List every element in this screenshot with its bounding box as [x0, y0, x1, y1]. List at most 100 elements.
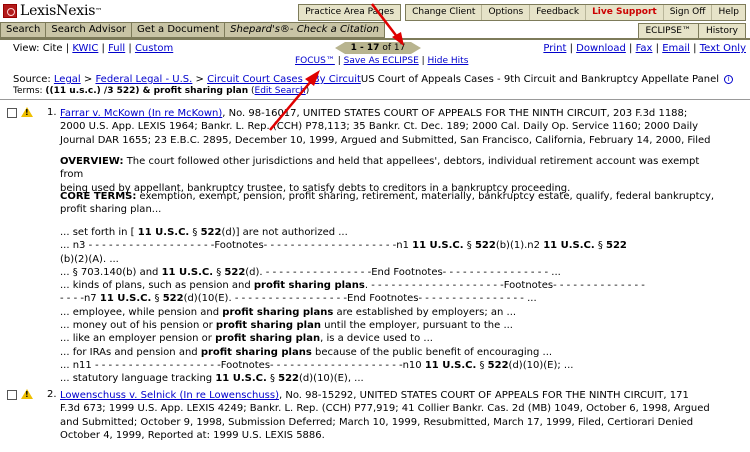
- result-number: 2.: [47, 389, 57, 400]
- search-terms: Terms: ((11 u.s.c.) /3 522) & profit sha…: [13, 86, 310, 96]
- top-banner: LexisNexis ™ Practice Area Pages Change C…: [0, 0, 750, 40]
- terms-query: ((11 u.s.c.) /3 522) & profit sharing pl…: [45, 86, 249, 96]
- citation-line: 2000 U.S. App. LEXIS 1964; Bankr. L. Rep…: [60, 121, 699, 133]
- text-only-link[interactable]: Text Only: [700, 43, 746, 54]
- kwic-line: ... n11 - - - - - - - - - - - - - - - - …: [60, 359, 574, 371]
- view-full-link[interactable]: Full: [108, 43, 125, 54]
- source-circuit-link[interactable]: Circuit Court Cases - By Circuit: [207, 74, 361, 85]
- hit-term: 522: [224, 266, 246, 278]
- citation-line: and Submitted; October 9, 1998, Submissi…: [60, 416, 694, 428]
- account-group: Change Client Options Feedback Live Supp…: [405, 4, 746, 21]
- tab-history[interactable]: History: [698, 23, 746, 39]
- kwic-line: ... statutory language tracking 11 U.S.C…: [60, 373, 364, 385]
- hit-term: profit sharing plan: [215, 333, 321, 345]
- kwic-line: ... kinds of plans, such as pension and …: [60, 280, 645, 292]
- result-title-link[interactable]: Farrar v. McKown (In re McKown): [60, 108, 222, 119]
- hit-term: 522: [606, 240, 627, 252]
- edit-search-link[interactable]: Edit Search: [255, 86, 306, 96]
- kwic-line: ... employee, while pension and profit s…: [60, 306, 517, 318]
- view-toolbar: View: Cite | KWIC | Full | Custom 1 - 17…: [0, 41, 750, 69]
- pager-of: of: [382, 43, 392, 53]
- source-tail: US Court of Appeals Cases - 9th Circuit …: [360, 74, 720, 85]
- hit-term: 522: [474, 240, 496, 252]
- tab-search-advisor[interactable]: Search Advisor: [46, 22, 133, 38]
- change-client-button[interactable]: Change Client: [406, 5, 483, 20]
- email-link[interactable]: Email: [662, 43, 690, 54]
- view-kwic-link[interactable]: KWIC: [72, 43, 98, 54]
- hit-term: 522: [162, 293, 184, 305]
- logo-text: LexisNexis: [20, 2, 96, 19]
- save-as-eclipse-link[interactable]: Save As ECLIPSE: [344, 56, 419, 66]
- overview-text: The court followed other jurisdictions a…: [60, 156, 700, 181]
- practice-area-pages-button[interactable]: Practice Area Pages: [299, 5, 400, 20]
- select-checkbox[interactable]: [7, 108, 17, 118]
- practice-area-group: Practice Area Pages: [298, 4, 402, 21]
- divider: [0, 38, 750, 40]
- kwic-line: ... money out of his pension or profit s…: [60, 320, 513, 332]
- live-support-button[interactable]: Live Support: [586, 5, 664, 20]
- kwic-line: (b)(2)(A). ...: [60, 253, 119, 265]
- tab-search[interactable]: Search: [0, 22, 47, 38]
- kwic-line: ... § 703.140(b) and 11 U.S.C. § 522(d).…: [60, 266, 561, 278]
- source-breadcrumb: Source: Legal > Federal Legal - U.S. > C…: [13, 74, 734, 85]
- divider: [0, 99, 750, 100]
- core-terms-text: exemption, exempt, pension, profit shari…: [136, 191, 715, 202]
- tab-eclipse[interactable]: ECLIPSE™: [637, 23, 699, 39]
- result-number: 1.: [47, 107, 57, 118]
- terms-label: Terms:: [13, 86, 43, 96]
- logo-mark-icon: [3, 3, 17, 18]
- view-custom-link[interactable]: Custom: [135, 43, 173, 54]
- logo-trademark: ™: [95, 6, 103, 15]
- main-tabs: Search Search Advisor Get a Document She…: [0, 22, 385, 38]
- tab-shepards[interactable]: Shepard's®- Check a Citation: [225, 22, 385, 38]
- source-federal-link[interactable]: Federal Legal - U.S.: [95, 74, 192, 85]
- hide-hits-link[interactable]: Hide Hits: [428, 56, 469, 66]
- help-button[interactable]: Help: [712, 5, 745, 20]
- hit-term: 11 U.S.C.: [424, 359, 477, 371]
- top-utility-nav: Practice Area Pages Change Client Option…: [294, 4, 746, 21]
- warning-signal-icon[interactable]: [21, 107, 33, 117]
- core-terms-text: profit sharing plan...: [60, 204, 162, 216]
- source-legal-link[interactable]: Legal: [54, 74, 81, 85]
- hit-term: profit sharing plan: [215, 320, 321, 332]
- hit-term: profit sharing plans: [222, 306, 334, 318]
- tab-get-a-document[interactable]: Get a Document: [132, 22, 226, 38]
- result-pager: 1 - 17 of 17: [318, 42, 438, 54]
- info-icon[interactable]: i: [724, 74, 734, 84]
- previous-arrow-icon[interactable]: [334, 42, 345, 54]
- kwic-line: ... n3 - - - - - - - - - - - - - - - - -…: [60, 240, 627, 252]
- citation-line: , No. 98-15292, UNITED STATES COURT OF A…: [279, 390, 689, 401]
- lexisnexis-logo[interactable]: LexisNexis ™: [3, 1, 102, 20]
- warning-signal-icon[interactable]: [21, 389, 33, 399]
- options-button[interactable]: Options: [482, 5, 531, 20]
- focus-links: FOCUS™ | Save As ECLIPSE | Hide Hits: [295, 56, 469, 66]
- next-arrow-icon[interactable]: [411, 42, 422, 54]
- hit-term: 11 U.S.C.: [412, 240, 464, 252]
- hit-term: 11 U.S.C.: [215, 373, 267, 385]
- hit-term: 522: [200, 227, 222, 238]
- kwic-snippets: ... set forth in [ 11 U.S.C. § 522(d)] a…: [60, 226, 730, 386]
- hit-term: 522: [487, 359, 509, 371]
- print-link[interactable]: Print: [543, 43, 566, 54]
- hit-term: 11 U.S.C.: [543, 240, 595, 252]
- feedback-button[interactable]: Feedback: [530, 5, 587, 20]
- hit-term: 11 U.S.C.: [99, 293, 152, 305]
- pager-total: 17: [393, 43, 406, 53]
- citation-line: , No. 98-16017, UNITED STATES COURT OF A…: [222, 108, 688, 119]
- core-terms-label: CORE TERMS:: [60, 191, 137, 202]
- result-title-link[interactable]: Lowenschuss v. Selnick (In re Lowenschus…: [60, 390, 279, 401]
- kwic-line: ... set forth in [ 11 U.S.C. § 522(d)] a…: [60, 227, 348, 238]
- citation-line: F.3d 673; 1999 U.S. App. LEXIS 4249; Ban…: [60, 403, 710, 415]
- hit-term: 11 U.S.C.: [137, 227, 190, 238]
- fax-link[interactable]: Fax: [636, 43, 653, 54]
- focus-link[interactable]: FOCUS™: [295, 56, 335, 66]
- delivery-links: Print | Download | Fax | Email | Text On…: [543, 43, 746, 54]
- kwic-line: - - - -n7 11 U.S.C. § 522(d)(10(E). - - …: [60, 293, 537, 305]
- citation-line: October 4, 1999, Reported at: 1999 U.S. …: [60, 429, 325, 441]
- citation-line: Journal DAR 1655; 23 E.B.C. 2895, Decemb…: [60, 134, 711, 146]
- download-link[interactable]: Download: [576, 43, 626, 54]
- select-checkbox[interactable]: [7, 390, 17, 400]
- source-label: Source:: [13, 74, 51, 85]
- sign-off-button[interactable]: Sign Off: [664, 5, 713, 20]
- view-options: View: Cite | KWIC | Full | Custom: [13, 43, 174, 54]
